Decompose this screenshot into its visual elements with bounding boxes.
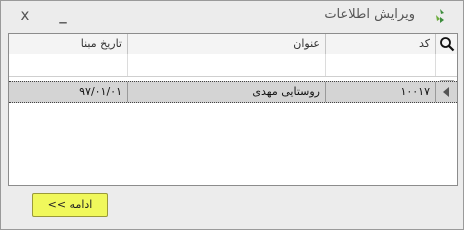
cell-title: روستایی مهدی (128, 82, 326, 102)
filter-start-date-input[interactable] (9, 54, 128, 76)
cell-code: ۱۰۰۱۷ (326, 82, 436, 102)
column-header-title[interactable]: عنوان (128, 34, 326, 54)
grid-header: تاریخ مبنا عنوان کد (9, 34, 457, 55)
minimize-button[interactable]: _ (53, 5, 73, 25)
row-indicator-arrow-icon (443, 87, 449, 97)
filter-row (9, 54, 457, 92)
app-logo-icon (436, 9, 444, 23)
table-row[interactable]: ۹۷/۰۱/۰۱ روستایی مهدی ۱۰۰۱۷ (9, 81, 457, 103)
column-header-start-date[interactable]: تاریخ مبنا (9, 34, 128, 54)
title-bar[interactable]: ویرایش اطلاعات _ x (1, 1, 463, 29)
column-header-code[interactable]: کد (326, 34, 436, 54)
filter-title-input[interactable] (128, 54, 326, 76)
search-icon[interactable] (439, 36, 455, 52)
continue-button[interactable]: ادامه >> (32, 193, 108, 217)
data-grid: تاریخ مبنا عنوان کد ۹۷/۰۱/۰۱ روستایی مهد… (8, 33, 458, 186)
filter-code-input[interactable] (326, 54, 436, 76)
window-title: ویرایش اطلاعات (324, 7, 415, 22)
edit-info-window: ویرایش اطلاعات _ x تاریخ مبنا عنوان کد ۹… (0, 0, 464, 230)
close-button[interactable]: x (15, 5, 35, 25)
cell-start-date: ۹۷/۰۱/۰۱ (9, 82, 128, 102)
